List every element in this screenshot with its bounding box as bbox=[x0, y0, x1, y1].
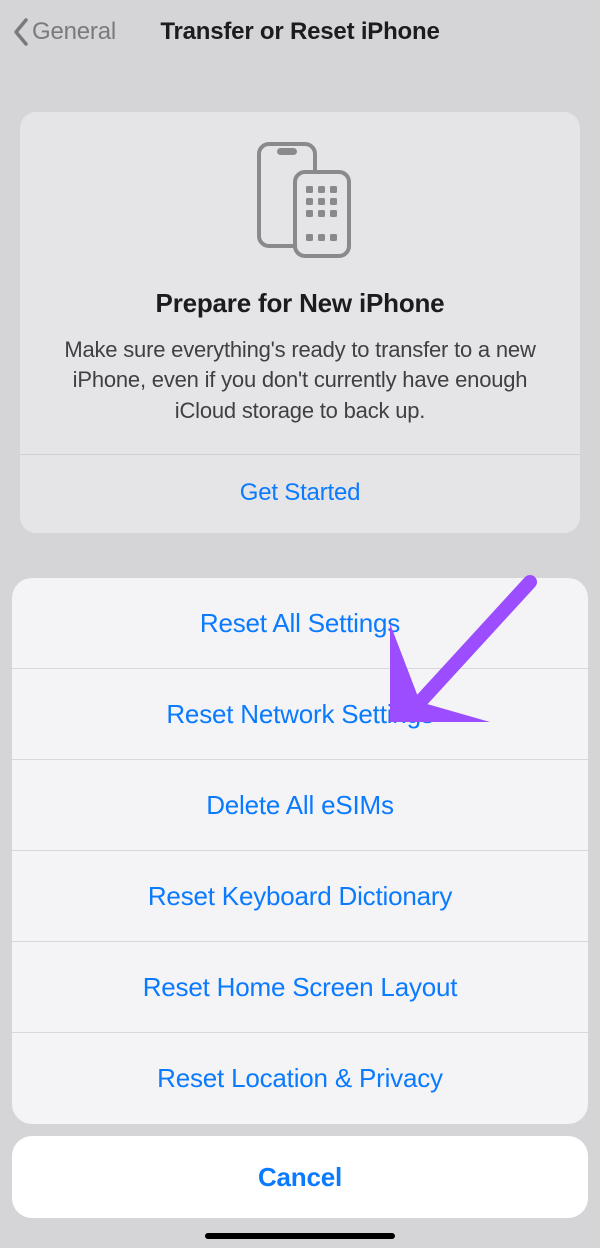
reset-all-settings-button[interactable]: Reset All Settings bbox=[12, 578, 588, 669]
action-sheet: Reset All Settings Reset Network Setting… bbox=[12, 578, 588, 1124]
nav-title-text: Transfer or Reset iPhone bbox=[160, 18, 439, 45]
get-started-button[interactable]: Get Started bbox=[38, 455, 562, 533]
prepare-description: Make sure everything's ready to transfer… bbox=[38, 335, 562, 454]
cancel-button[interactable]: Cancel bbox=[12, 1136, 588, 1218]
back-button[interactable]: General bbox=[12, 17, 116, 47]
reset-location-privacy-button[interactable]: Reset Location & Privacy bbox=[12, 1033, 588, 1124]
prepare-card: Prepare for New iPhone Make sure everyth… bbox=[20, 112, 580, 533]
reset-keyboard-dictionary-button[interactable]: Reset Keyboard Dictionary bbox=[12, 851, 588, 942]
transfer-devices-icon bbox=[38, 140, 562, 260]
nav-bar: General Transfer or Reset iPhone bbox=[0, 0, 600, 64]
reset-network-settings-button[interactable]: Reset Network Settings bbox=[12, 669, 588, 760]
delete-all-esims-button[interactable]: Delete All eSIMs bbox=[12, 760, 588, 851]
reset-home-screen-layout-button[interactable]: Reset Home Screen Layout bbox=[12, 942, 588, 1033]
back-label: General bbox=[32, 18, 116, 46]
prepare-title: Prepare for New iPhone bbox=[38, 288, 562, 319]
action-sheet-overlay: Reset All Settings Reset Network Setting… bbox=[0, 578, 600, 1248]
content: Prepare for New iPhone Make sure everyth… bbox=[0, 112, 600, 533]
home-indicator[interactable] bbox=[205, 1233, 395, 1239]
chevron-left-icon bbox=[12, 17, 30, 47]
